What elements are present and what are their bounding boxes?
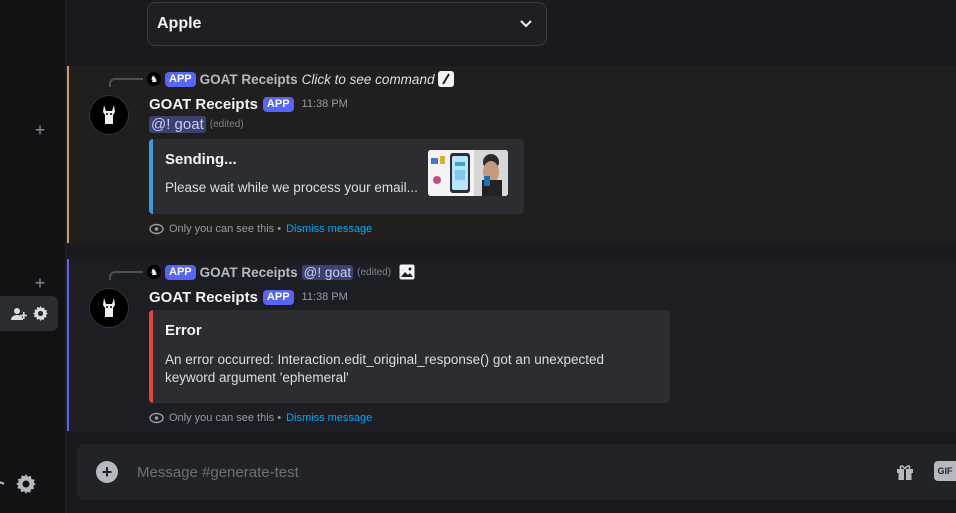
reply-author[interactable]: GOAT Receipts: [200, 265, 298, 280]
message-error: ♞ APP GOAT Receipts @! goat (edited) GOA…: [67, 259, 956, 431]
reply-preview[interactable]: ♞ APP GOAT Receipts @! goat (edited): [147, 264, 415, 280]
gift-icon[interactable]: [895, 462, 915, 482]
dismiss-message-link[interactable]: Dismiss message: [286, 223, 372, 235]
chevron-down-icon: [520, 20, 532, 28]
embed-thumbnail-image[interactable]: [428, 150, 508, 196]
timestamp: 11:38 PM: [301, 98, 348, 110]
image-icon: [399, 264, 415, 280]
chat-area: Apple ♞ APP GOAT Receipts Click to see c…: [67, 0, 956, 513]
user-settings-gear-icon[interactable]: [16, 474, 36, 494]
server-sidebar: + +: [0, 0, 66, 513]
selected-channel-actions[interactable]: [0, 296, 58, 331]
message-header: GOAT Receipts APP 11:38 PM: [149, 287, 348, 307]
embed-description: Please wait while we process your email.…: [165, 180, 418, 195]
reply-author[interactable]: GOAT Receipts: [200, 72, 298, 87]
edited-label: (edited): [357, 266, 392, 278]
eye-icon: [149, 412, 164, 424]
message-composer: + GIF: [77, 444, 956, 500]
error-embed-card: Error An error occurred: Interaction.edi…: [149, 310, 670, 403]
author-name[interactable]: GOAT Receipts: [149, 289, 258, 306]
gif-icon[interactable]: GIF: [934, 461, 956, 481]
add-category-plus-icon[interactable]: +: [30, 121, 50, 139]
reply-mention[interactable]: @! goat: [301, 264, 354, 280]
reply-command-text[interactable]: Click to see command: [302, 72, 435, 87]
add-attachment-icon[interactable]: +: [96, 461, 118, 483]
bot-avatar[interactable]: [89, 95, 129, 135]
ephemeral-label: Only you can see this •: [169, 412, 282, 424]
brand-select-dropdown[interactable]: Apple: [147, 2, 547, 46]
select-value: Apple: [157, 15, 202, 32]
eye-icon: [149, 223, 164, 235]
slash-command-icon: [438, 71, 455, 87]
ephemeral-label: Only you can see this •: [169, 223, 282, 235]
bot-avatar[interactable]: [89, 288, 129, 328]
reply-avatar: ♞: [147, 72, 161, 86]
ephemeral-notice: Only you can see this • Dismiss message: [149, 412, 372, 424]
dismiss-message-link[interactable]: Dismiss message: [286, 412, 372, 424]
app-tag: APP: [262, 96, 294, 112]
user-mention[interactable]: @! goat: [149, 116, 206, 133]
app-tag: APP: [262, 289, 294, 305]
message-header: GOAT Receipts APP 11:38 PM: [149, 94, 348, 114]
embed-title: Sending...: [165, 151, 237, 168]
embed-title: Error: [165, 322, 202, 339]
message-content: @! goat (edited): [149, 116, 244, 133]
add-channel-plus-icon[interactable]: +: [30, 274, 50, 292]
embed-description-line2: keyword argument 'ephemeral': [165, 370, 349, 385]
add-member-icon[interactable]: [10, 307, 27, 321]
message-input[interactable]: [137, 463, 956, 481]
embed-description-line1: An error occurred: Interaction.edit_orig…: [165, 352, 605, 367]
user-controls: [0, 470, 60, 498]
headset-icon[interactable]: [0, 476, 6, 492]
embed-card: Sending... Please wait while we process …: [149, 139, 524, 214]
reply-avatar: ♞: [147, 265, 161, 279]
reply-connector: [109, 271, 143, 280]
message-sending: ♞ APP GOAT Receipts Click to see command…: [67, 66, 956, 243]
gear-icon[interactable]: [32, 306, 48, 321]
edited-label: (edited): [209, 119, 244, 130]
reply-preview[interactable]: ♞ APP GOAT Receipts Click to see command: [147, 71, 455, 87]
author-name[interactable]: GOAT Receipts: [149, 96, 258, 113]
ephemeral-notice: Only you can see this • Dismiss message: [149, 223, 372, 235]
timestamp: 11:38 PM: [301, 291, 348, 303]
app-tag: APP: [165, 71, 196, 87]
app-tag: APP: [165, 264, 196, 280]
reply-connector: [109, 78, 143, 87]
